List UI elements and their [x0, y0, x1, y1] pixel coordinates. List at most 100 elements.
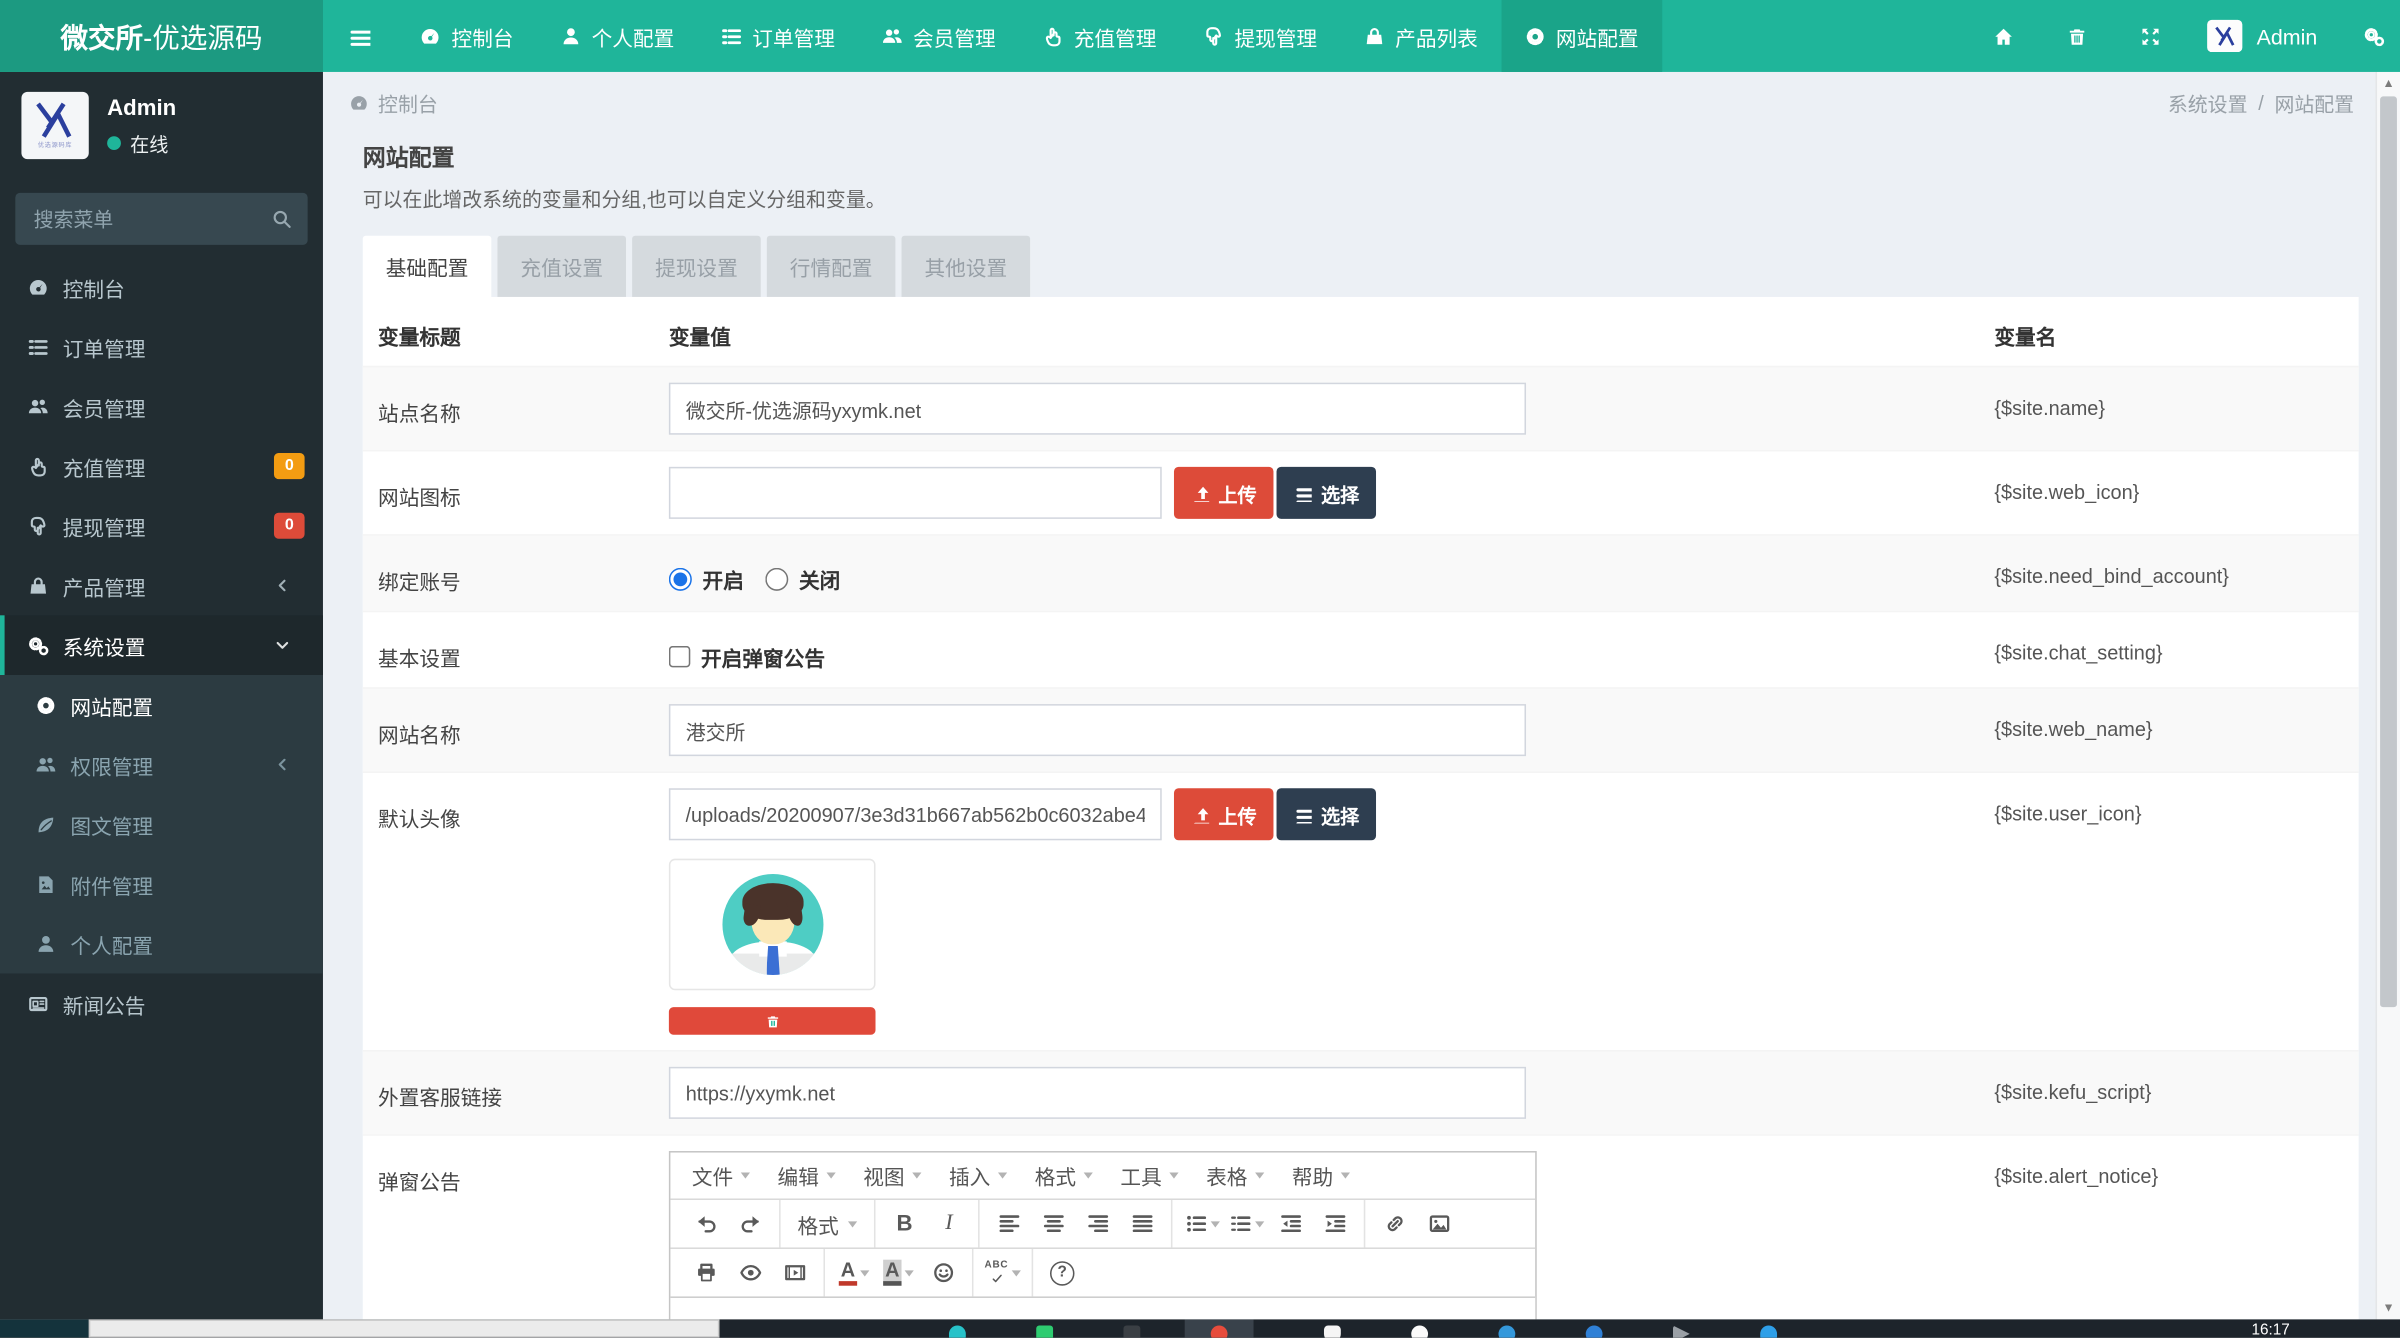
- scroll-down-arrow[interactable]: ▼: [2377, 1296, 2400, 1319]
- clear-cache-button[interactable]: [2061, 25, 2095, 46]
- taskbar-app-icon[interactable]: [1411, 1325, 1429, 1338]
- topnav-item-dashboard[interactable]: 控制台: [396, 0, 536, 72]
- link-button[interactable]: [1373, 1205, 1416, 1242]
- topnav-item-withdraw[interactable]: 提现管理: [1179, 0, 1340, 72]
- align-justify-button[interactable]: [1120, 1205, 1163, 1242]
- popup-notice-checkbox[interactable]: [668, 645, 691, 668]
- sidebar-toggle-button[interactable]: [323, 0, 396, 72]
- sidebar-item-news[interactable]: 新闻公告: [0, 973, 323, 1033]
- sidebar-item-system-settings[interactable]: 系统设置: [0, 615, 323, 675]
- sidebar-item-articles[interactable]: 图文管理: [0, 794, 323, 854]
- editor-menu-view[interactable]: 视图: [851, 1154, 934, 1197]
- editor-menu-edit[interactable]: 编辑: [765, 1154, 848, 1197]
- editor-content-area[interactable]: [670, 1296, 1536, 1320]
- fullscreen-button[interactable]: [2134, 25, 2168, 46]
- topnav-item-recharge[interactable]: 充值管理: [1019, 0, 1180, 72]
- tab-basic-config[interactable]: 基础配置: [362, 235, 492, 297]
- editor-menu-insert[interactable]: 插入: [937, 1154, 1020, 1197]
- align-left-button[interactable]: [987, 1205, 1030, 1242]
- undo-button[interactable]: [684, 1205, 727, 1242]
- taskbar-app-icon[interactable]: [1036, 1325, 1054, 1338]
- choose-button[interactable]: 选择: [1276, 788, 1377, 841]
- taskbar-app-icon[interactable]: [948, 1325, 966, 1338]
- taskbar-app-icon[interactable]: [1123, 1325, 1141, 1338]
- delete-avatar-button[interactable]: [668, 1007, 876, 1035]
- brand-logo[interactable]: 微交所 -优选源码: [0, 0, 323, 72]
- site-name-input[interactable]: [668, 382, 1527, 435]
- taskbar-app-icon[interactable]: [1210, 1325, 1228, 1338]
- scroll-up-arrow[interactable]: ▲: [2377, 72, 2400, 95]
- scrollbar-thumb[interactable]: [2380, 96, 2397, 1008]
- align-center-button[interactable]: [1032, 1205, 1075, 1242]
- start-button[interactable]: [0, 1319, 89, 1338]
- sidebar-item-members[interactable]: 会员管理: [0, 377, 323, 437]
- tab-market-config[interactable]: 行情配置: [766, 235, 896, 297]
- emoticons-button[interactable]: [921, 1254, 964, 1291]
- print-button[interactable]: [684, 1254, 727, 1291]
- admin-user-menu[interactable]: Admin: [2207, 19, 2317, 53]
- editor-menu-tools[interactable]: 工具: [1108, 1154, 1191, 1197]
- preview-button[interactable]: [729, 1254, 772, 1291]
- sidebar-item-site-config[interactable]: 网站配置: [0, 675, 323, 735]
- media-button[interactable]: [773, 1254, 816, 1291]
- kefu-link-input[interactable]: [668, 1066, 1527, 1119]
- radio-on[interactable]: [668, 567, 692, 591]
- outdent-button[interactable]: [1269, 1205, 1312, 1242]
- sidebar-item-attachments[interactable]: 附件管理: [0, 854, 323, 914]
- sidebar-item-recharge[interactable]: 充值管理 0: [0, 436, 323, 496]
- bold-button[interactable]: B: [883, 1205, 926, 1242]
- sidebar-item-products[interactable]: 产品管理: [0, 556, 323, 616]
- editor-menu-file[interactable]: 文件: [680, 1154, 763, 1197]
- indent-button[interactable]: [1313, 1205, 1356, 1242]
- upload-button[interactable]: 上传: [1173, 788, 1274, 841]
- taskbar-search-box[interactable]: [88, 1319, 720, 1338]
- taskbar-app-icon[interactable]: [1585, 1325, 1603, 1338]
- web-icon-input[interactable]: [668, 466, 1162, 519]
- tab-withdraw-settings[interactable]: 提现设置: [632, 235, 761, 297]
- choose-button[interactable]: 选择: [1276, 466, 1377, 519]
- topnav-item-products[interactable]: 产品列表: [1340, 0, 1501, 72]
- taskbar-active-app[interactable]: [1184, 1319, 1254, 1338]
- align-right-button[interactable]: [1076, 1205, 1119, 1242]
- radio-off[interactable]: [765, 567, 789, 591]
- taskbar-app-icon[interactable]: [1760, 1325, 1778, 1338]
- settings-button[interactable]: [2357, 25, 2391, 46]
- redo-button[interactable]: [729, 1205, 772, 1242]
- topnav-item-profile[interactable]: 个人配置: [536, 0, 697, 72]
- format-select[interactable]: 格式: [788, 1205, 866, 1242]
- tab-recharge-settings[interactable]: 充值设置: [497, 235, 627, 297]
- taskbar-app-icon[interactable]: [1323, 1325, 1341, 1338]
- insert-image-button[interactable]: [1417, 1205, 1460, 1242]
- breadcrumb-home[interactable]: 控制台: [349, 89, 438, 118]
- table-row: 默认头像 上传 选择: [362, 771, 2359, 1050]
- help-button[interactable]: ?: [1041, 1254, 1084, 1291]
- page-description: 可以在此增改系统的变量和分组,也可以自定义分组和变量。: [362, 188, 886, 212]
- sidebar-item-dashboard[interactable]: 控制台: [0, 257, 323, 317]
- editor-menu-help[interactable]: 帮助: [1280, 1154, 1363, 1197]
- web-name-input[interactable]: [668, 704, 1527, 757]
- taskbar-app-icon[interactable]: [1498, 1325, 1516, 1338]
- upload-button[interactable]: 上传: [1173, 466, 1274, 519]
- editor-menu-format[interactable]: 格式: [1022, 1154, 1105, 1197]
- highlight-color-button[interactable]: A: [877, 1254, 920, 1291]
- topnav-item-orders[interactable]: 订单管理: [697, 0, 858, 72]
- text-color-button[interactable]: A: [833, 1254, 876, 1291]
- tab-other-settings[interactable]: 其他设置: [901, 235, 1031, 297]
- editor-menu-table[interactable]: 表格: [1194, 1154, 1277, 1197]
- spellcheck-button[interactable]: ABC: [981, 1254, 1024, 1291]
- italic-button[interactable]: I: [928, 1205, 971, 1242]
- numbered-list-button[interactable]: [1224, 1205, 1267, 1242]
- sidebar-item-permissions[interactable]: 权限管理: [0, 735, 323, 795]
- topnav-item-site-config[interactable]: 网站配置: [1500, 0, 1662, 72]
- home-button[interactable]: [1987, 25, 2021, 46]
- taskbar-app-icon[interactable]: [1672, 1325, 1690, 1338]
- sidebar-item-orders[interactable]: 订单管理: [0, 317, 323, 377]
- topnav-item-members[interactable]: 会员管理: [858, 0, 1019, 72]
- breadcrumb-section[interactable]: 系统设置: [2168, 89, 2248, 118]
- sidebar-item-profile[interactable]: 个人配置: [0, 914, 323, 974]
- search-icon[interactable]: [271, 208, 292, 229]
- sidebar-item-withdraw[interactable]: 提现管理 0: [0, 496, 323, 556]
- user-icon-input[interactable]: [668, 788, 1162, 841]
- search-input[interactable]: [15, 192, 308, 245]
- bullet-list-button[interactable]: [1180, 1205, 1223, 1242]
